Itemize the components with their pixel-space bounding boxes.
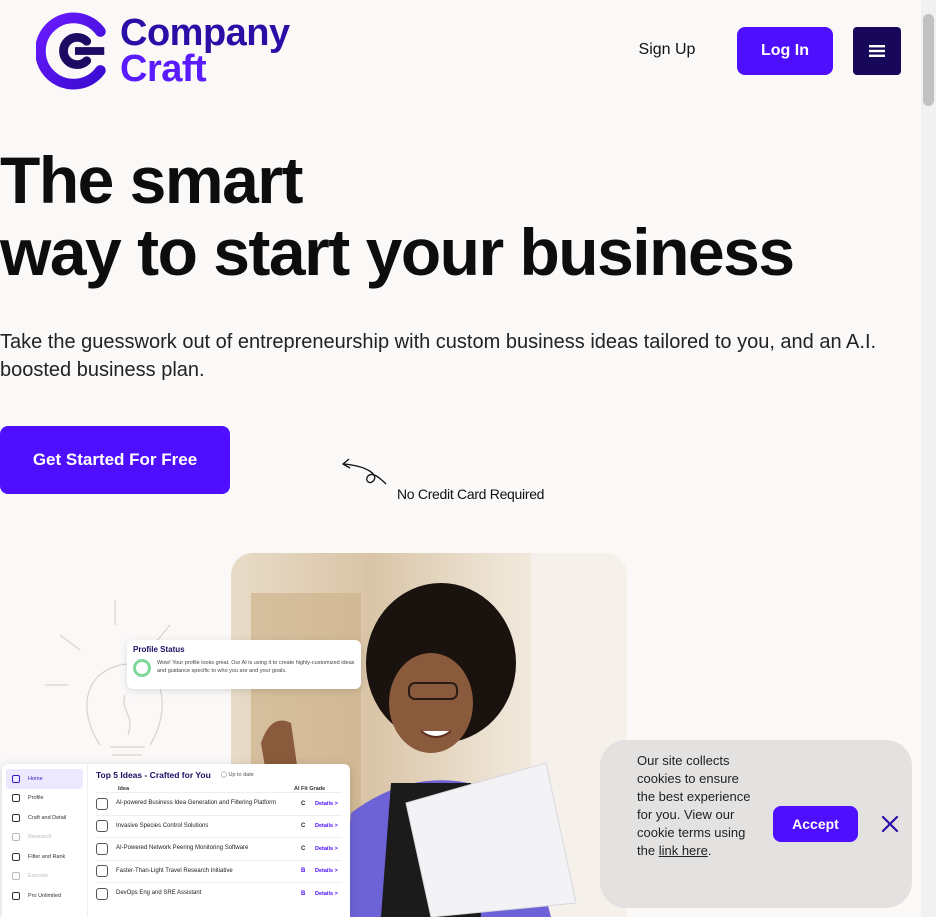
idea-name: AI-Powered Network Peering Monitoring So…	[116, 845, 249, 852]
table-row: Invasive Species Control Solutions C Det…	[96, 814, 342, 838]
details-link: Details >	[315, 868, 338, 875]
idea-icon	[96, 865, 108, 878]
get-started-button[interactable]: Get Started For Free	[0, 426, 230, 494]
dash-nav-profile: Profile	[6, 789, 83, 809]
profile-status-text: Wow! Your profile looks great. Our AI is…	[157, 660, 355, 674]
profile-icon	[12, 794, 20, 803]
col-idea: Idea	[118, 786, 130, 792]
dash-nav-home: Home	[6, 769, 83, 789]
idea-name: Faster-Than-Light Travel Research Initia…	[116, 867, 233, 874]
table-row: DevOps Eng and SRE Assistant B Details >	[96, 882, 342, 905]
progress-ring-icon	[133, 659, 151, 677]
logo-text: Company Craft	[120, 14, 290, 90]
idea-grade: C	[301, 800, 306, 807]
col-grade: AI Fit Grade	[294, 786, 326, 792]
table-row: AI-Powered Network Peering Monitoring So…	[96, 837, 342, 860]
close-icon[interactable]	[880, 814, 900, 834]
logo-line2: Craft	[120, 48, 207, 90]
idea-grade: C	[301, 845, 306, 852]
hero-subtitle: Take the guesswork out of entrepreneursh…	[0, 331, 877, 381]
no-credit-card-note: No Credit Card Required	[397, 486, 545, 502]
dash-nav-label: Pro Unlimited	[28, 892, 62, 899]
filter-icon	[12, 852, 20, 861]
idea-icon	[96, 797, 108, 810]
idea-grade: C	[301, 823, 306, 830]
cookie-period: .	[707, 843, 712, 858]
dash-nav-label: Research	[28, 834, 52, 841]
details-link: Details >	[315, 823, 338, 830]
cookie-terms-link[interactable]: link here	[659, 843, 708, 858]
idea-icon	[96, 887, 108, 900]
dashboard-status-text: Up to date	[228, 772, 254, 778]
logo-mark-icon	[36, 12, 106, 90]
idea-grade: B	[301, 868, 306, 875]
dash-nav-label: Craft and Detail	[28, 814, 67, 821]
research-icon	[12, 833, 20, 842]
logo[interactable]: Company Craft	[36, 12, 290, 90]
log-in-button[interactable]: Log In	[737, 27, 833, 75]
dashboard-sidebar: Home Profile Craft and Detail Research F…	[2, 764, 88, 917]
dashboard-preview: Home Profile Craft and Detail Research F…	[2, 764, 350, 917]
scrollbar-thumb[interactable]	[923, 14, 934, 106]
idea-icon	[96, 820, 108, 833]
idea-name: Invasive Species Control Solutions	[116, 822, 209, 829]
idea-name: DevOps Eng and SRE Assistant	[116, 890, 202, 897]
profile-status-title: Profile Status	[133, 645, 185, 654]
curly-arrow-icon	[341, 458, 387, 485]
accept-cookies-button[interactable]: Accept	[773, 806, 858, 842]
cookie-banner: Our site collects cookies to ensure the …	[600, 740, 912, 908]
dash-nav-craft: Craft and Detail	[6, 808, 83, 828]
dashboard-title: Top 5 Ideas - Crafted for You	[96, 770, 211, 780]
hero-title-line2: way to start your business	[0, 215, 795, 289]
hero-title-line1: The smart	[0, 143, 303, 217]
hero-title: The smart way to start your business	[0, 143, 795, 289]
dash-nav-label: Filter and Rank	[28, 853, 66, 860]
dash-nav-execute: Execute	[6, 867, 83, 887]
idea-icon	[96, 842, 108, 855]
execute-icon	[12, 872, 20, 881]
dash-nav-label: Profile	[28, 795, 44, 802]
hamburger-icon	[869, 45, 885, 57]
cookie-text: Our site collects cookies to ensure the …	[637, 752, 757, 860]
table-row: Faster-Than-Light Travel Research Initia…	[96, 859, 342, 883]
table-row: AI-powered Business Idea Generation and …	[96, 792, 342, 815]
menu-button[interactable]	[853, 27, 901, 75]
home-icon	[12, 774, 20, 783]
dash-nav-research: Research	[6, 828, 83, 848]
details-link: Details >	[315, 800, 338, 807]
details-link: Details >	[315, 845, 338, 852]
dash-nav-pro: Pro Unlimited	[6, 886, 83, 906]
idea-name: AI-powered Business Idea Generation and …	[116, 800, 277, 807]
dashboard-columns: Idea AI Fit Grade	[96, 786, 342, 792]
scrollbar[interactable]	[921, 0, 936, 917]
edit-icon	[12, 813, 20, 822]
idea-grade: B	[301, 890, 306, 897]
details-link: Details >	[315, 890, 338, 897]
dash-nav-label: Home	[28, 775, 43, 782]
site-header: Company Craft Sign Up Log In	[0, 0, 921, 100]
document-icon	[12, 891, 20, 900]
dash-nav-filter: Filter and Rank	[6, 847, 83, 867]
dash-nav-label: Execute	[28, 873, 48, 880]
profile-status-card: Profile Status Wow! Your profile looks g…	[127, 640, 361, 689]
dashboard-main: Top 5 Ideas - Crafted for You ◯ Up to da…	[88, 764, 350, 917]
sign-up-link[interactable]: Sign Up	[624, 30, 710, 70]
dashboard-status: ◯ Up to date	[220, 772, 254, 778]
